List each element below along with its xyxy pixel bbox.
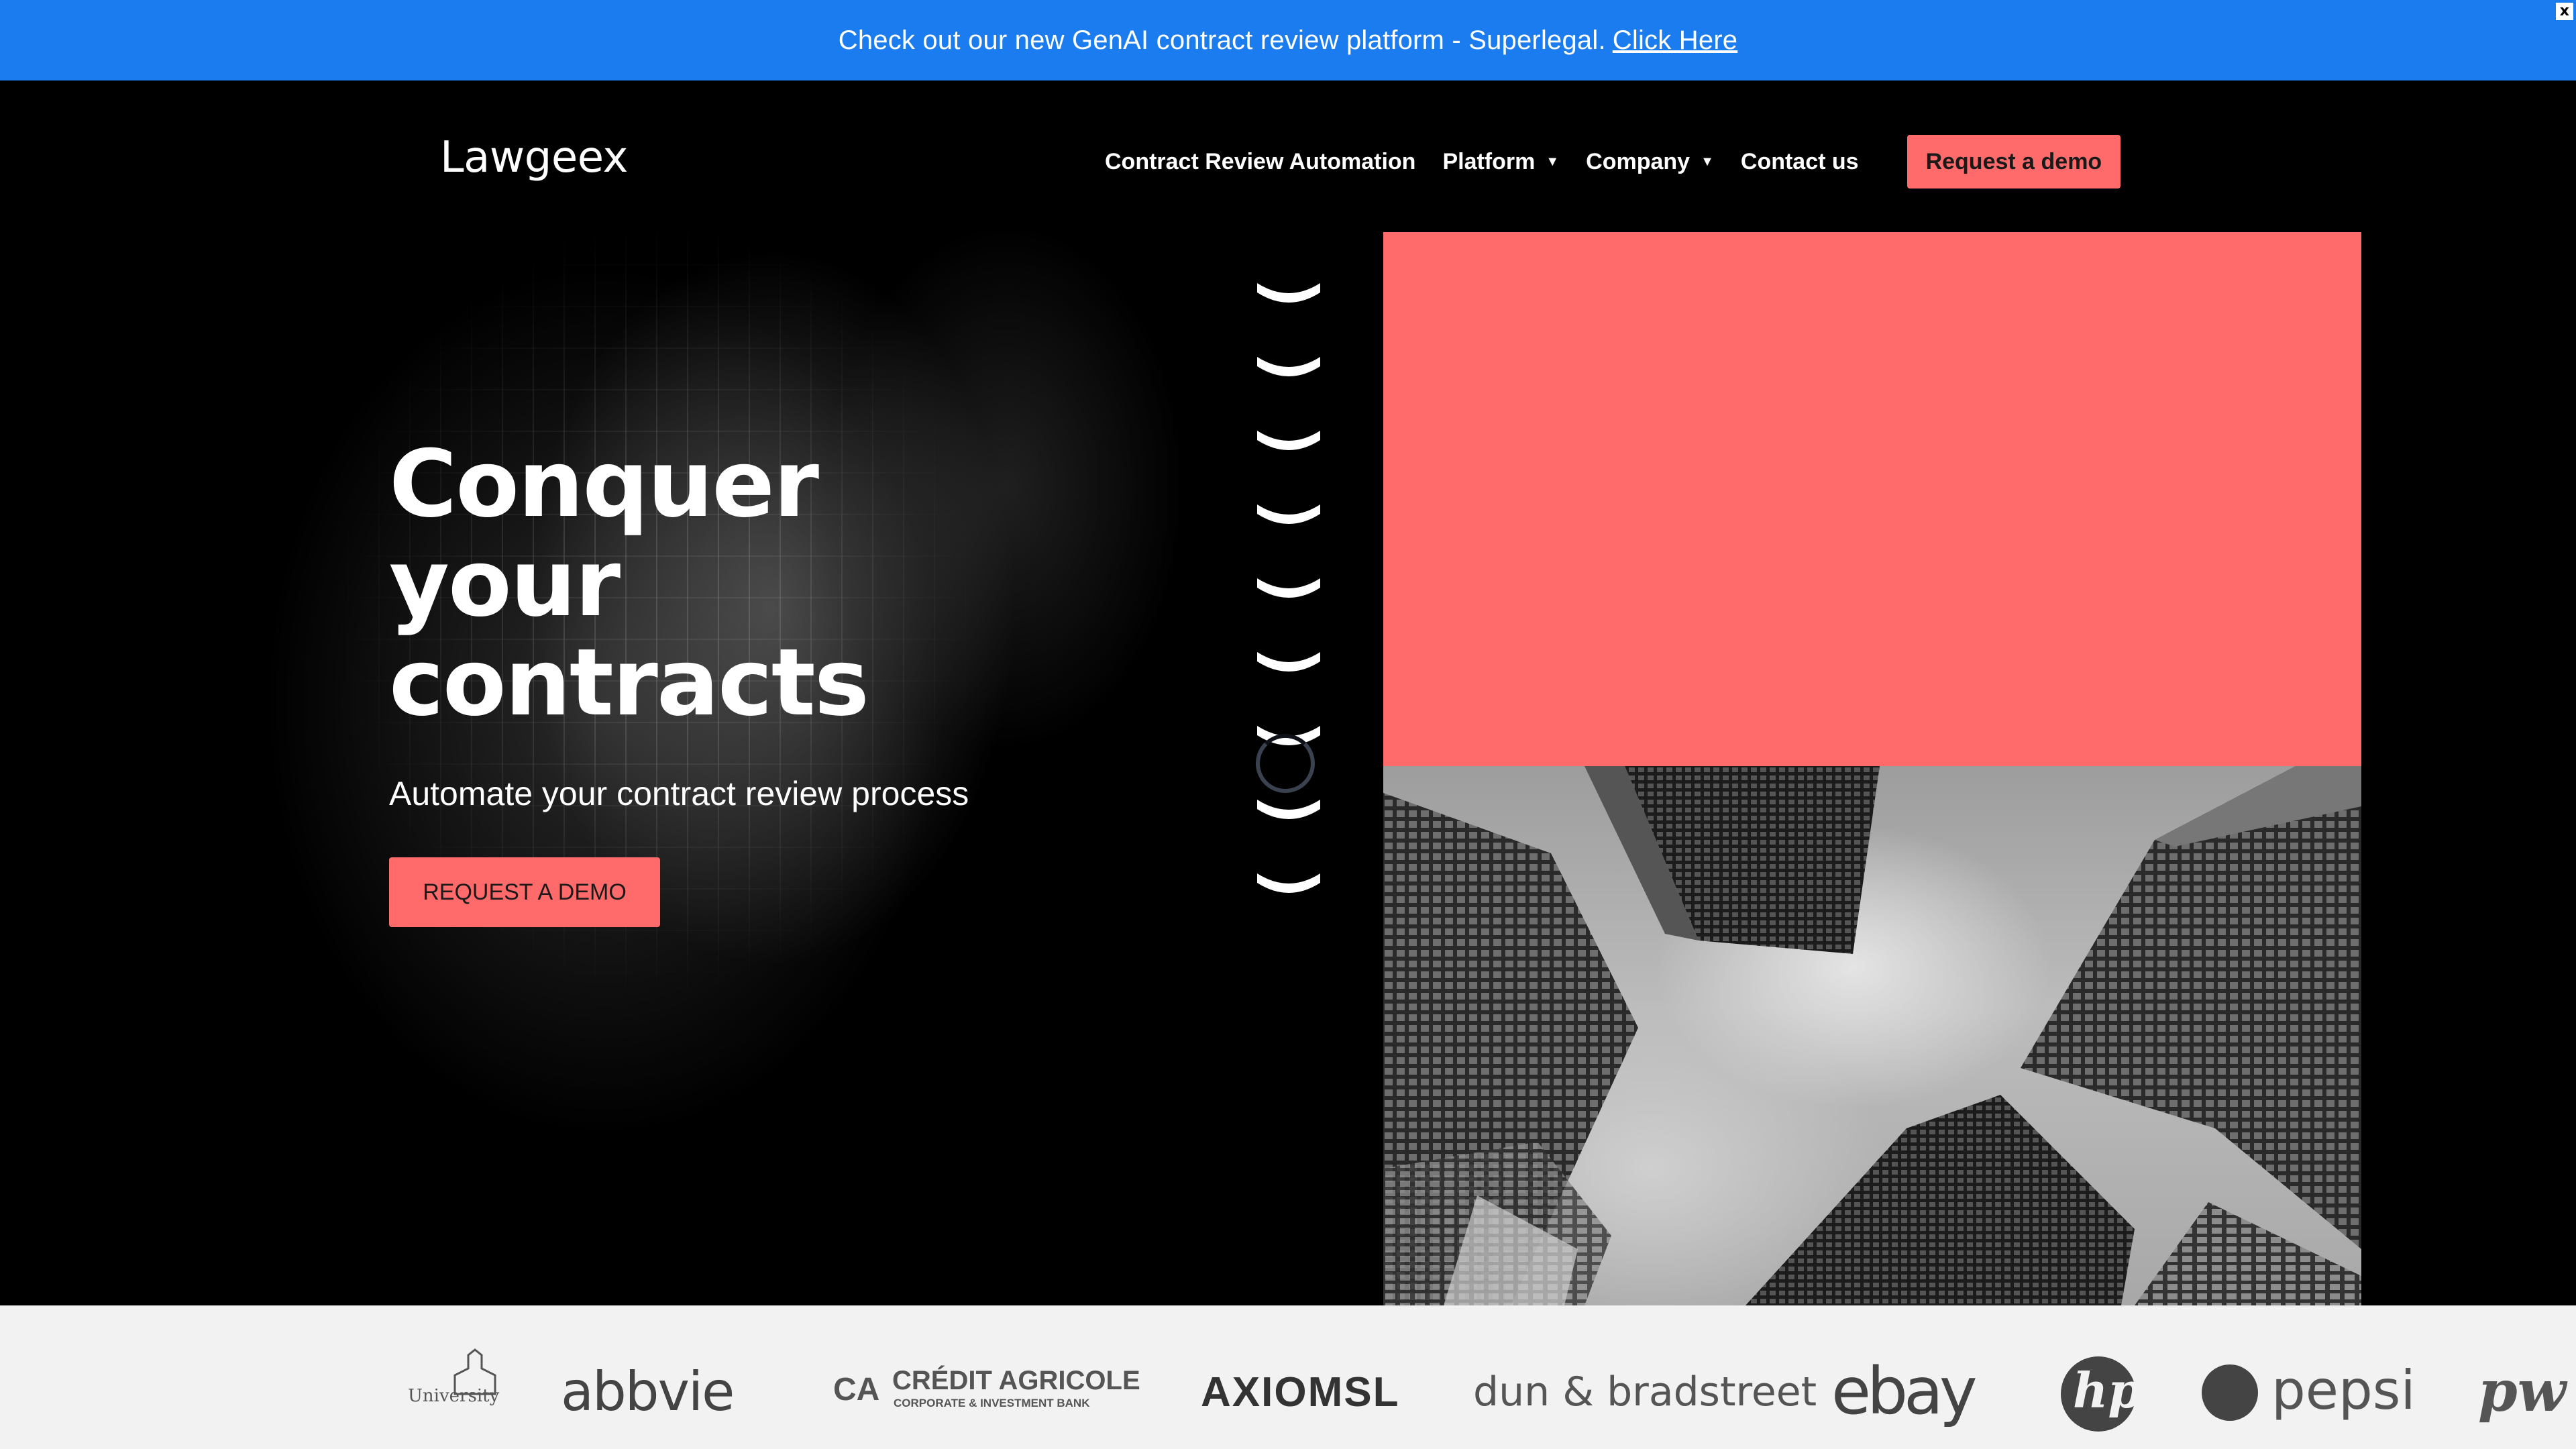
- main-nav: Contract Review Automation Platform ▼ Co…: [1105, 134, 2121, 189]
- site-header: Lawgeex Contract Review Automation Platf…: [0, 80, 2576, 232]
- skyscrapers-illustration: [1383, 766, 2361, 1305]
- scroll-chevrons: [1252, 274, 1326, 945]
- close-icon[interactable]: x: [2556, 3, 2573, 20]
- logo-name: pepsi: [2271, 1359, 2416, 1421]
- axiomsl-logo: AXIOMSL: [1201, 1369, 1400, 1415]
- nav-contact-us[interactable]: Contact us: [1741, 149, 1859, 175]
- logo-name: CRÉDIT AGRICOLE: [892, 1366, 1140, 1395]
- abbvie-logo: abbvie: [561, 1360, 735, 1423]
- nav-label: Platform: [1442, 148, 1536, 174]
- chevron-down-icon: [1257, 504, 1320, 524]
- client-logos-strip: University of San Diego abbvie CA CRÉDIT…: [0, 1305, 2576, 1449]
- chevron-down-icon: [1257, 283, 1320, 303]
- caret-down-icon: ▼: [1546, 154, 1560, 169]
- nav-label: Contract Review Automation: [1105, 148, 1416, 174]
- hero-title-line: your: [389, 529, 621, 637]
- nav-contract-review-automation[interactable]: Contract Review Automation: [1105, 149, 1415, 175]
- hero-request-demo-button[interactable]: REQUEST A DEMO: [389, 857, 660, 927]
- chevron-down-icon: [1257, 800, 1320, 819]
- chevron-down-icon: [1257, 578, 1320, 598]
- announcement-text: Check out our new GenAI contract review …: [838, 25, 1606, 55]
- logo-mark-icon: CA: [833, 1372, 880, 1407]
- university-san-diego-logo: University of San Diego: [408, 1348, 502, 1406]
- hero-subtitle: Automate your contract review process: [389, 775, 969, 812]
- pw-logo: pw: [2478, 1358, 2567, 1424]
- hero-title-line: contracts: [389, 629, 869, 737]
- hero-section: Conquer your contracts Automate your con…: [0, 232, 1383, 1305]
- chevron-down-icon: [1257, 873, 1320, 893]
- nav-label: Contact us: [1740, 148, 1859, 174]
- ebay-logo: ebay: [1831, 1354, 1978, 1429]
- university-logo-icon: [453, 1348, 496, 1395]
- nav-platform[interactable]: Platform ▼: [1442, 149, 1559, 175]
- announcement-bar: Check out our new GenAI contract review …: [0, 0, 2576, 80]
- dun-bradstreet-logo: dun & bradstreet: [1473, 1368, 1817, 1415]
- lawgeex-logo[interactable]: Lawgeex: [440, 133, 628, 182]
- coral-panel: [1383, 232, 2361, 766]
- logo-sub: CORPORATE & INVESTMENT BANK: [894, 1397, 1090, 1409]
- skyscrapers-image: [1383, 766, 2361, 1305]
- pepsi-globe-icon: [2202, 1364, 2258, 1421]
- circuit-background-image: [255, 232, 1127, 1305]
- nav-label: Company: [1586, 148, 1690, 174]
- announcement-link[interactable]: Click Here: [1613, 25, 1737, 56]
- nav-company[interactable]: Company ▼: [1586, 149, 1714, 175]
- logo-name: hp: [2073, 1362, 2142, 1419]
- hero-title: Conquer your contracts: [389, 435, 869, 733]
- hero-title-line: Conquer: [389, 430, 819, 538]
- chevron-down-icon: [1257, 652, 1320, 672]
- chevron-down-icon: [1257, 431, 1320, 450]
- chevron-down-icon: [1257, 357, 1320, 376]
- caret-down-icon: ▼: [1701, 154, 1714, 169]
- request-demo-button[interactable]: Request a demo: [1907, 135, 2121, 189]
- loading-spinner-icon: [1256, 734, 1315, 793]
- hp-logo: hp: [2061, 1356, 2142, 1432]
